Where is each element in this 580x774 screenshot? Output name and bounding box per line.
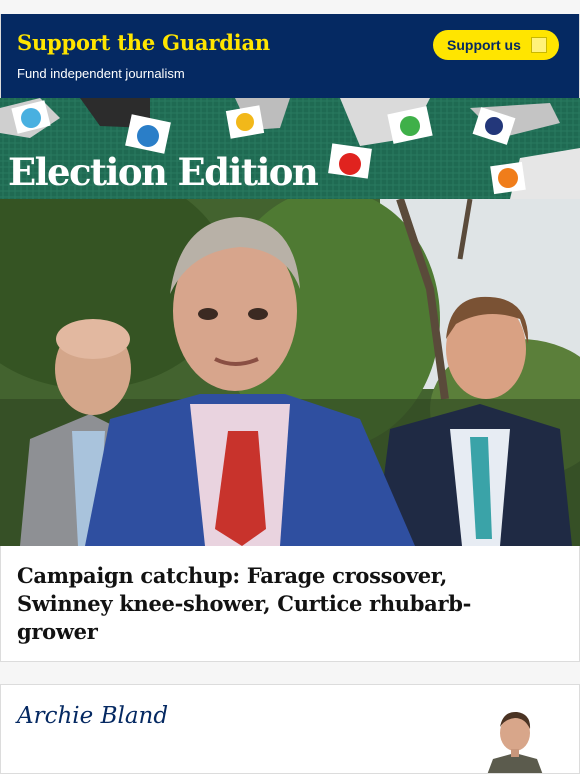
support-header: Support the Guardian Fund independent jo… <box>0 14 580 98</box>
article-card[interactable]: Campaign catchup: Farage crossover, Swin… <box>0 546 580 662</box>
hero-image <box>0 199 580 546</box>
support-us-button[interactable]: Support us <box>433 30 559 60</box>
hero-photo[interactable] <box>0 199 580 546</box>
banner-title: Election Edition <box>8 150 319 194</box>
author-card: Archie Bland <box>0 684 580 774</box>
support-title: Support the Guardian <box>17 30 270 55</box>
author-name: Archie Bland <box>17 703 169 729</box>
support-subtitle: Fund independent journalism <box>17 66 185 81</box>
support-us-label: Support us <box>447 37 521 53</box>
election-edition-banner: Election Edition <box>0 98 580 199</box>
author-avatar <box>487 711 543 773</box>
arrow-right-icon <box>531 37 547 53</box>
article-headline[interactable]: Campaign catchup: Farage crossover, Swin… <box>17 562 537 646</box>
newsletter-page: Support the Guardian Fund independent jo… <box>0 0 580 774</box>
